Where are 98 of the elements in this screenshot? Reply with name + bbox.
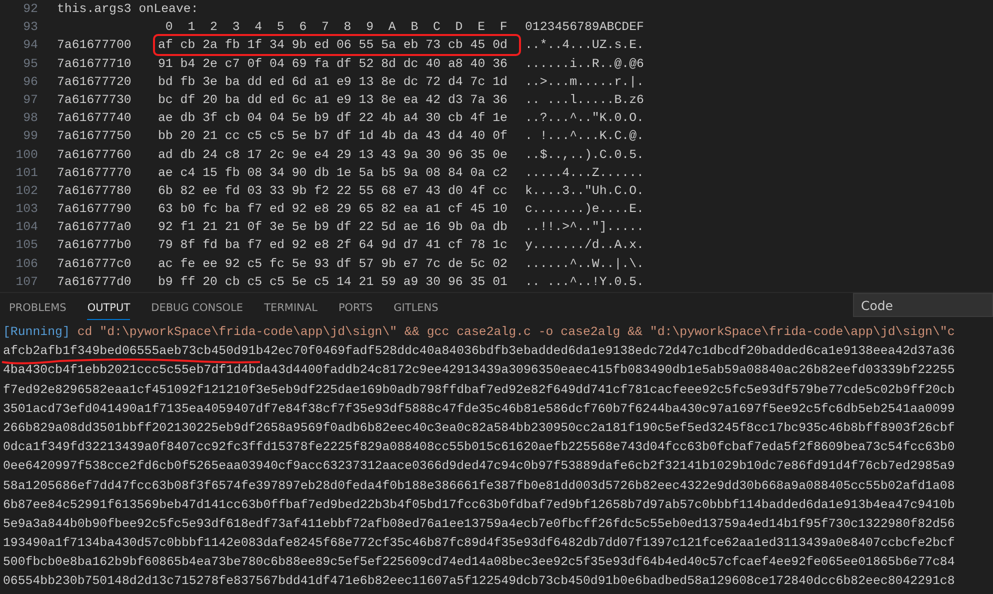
line-number: 107 (14, 274, 38, 291)
ascii-text: ......^..W..|.\. (525, 256, 644, 273)
panel-tab[interactable]: TERMINAL (264, 296, 318, 320)
line-number: 105 (14, 237, 38, 254)
hex-bytes: ae c4 15 fb 08 34 90 db 1e 5a b5 9a 08 84 0a c2 (157, 164, 508, 182)
code-text: this.args3 onLeave: (57, 1, 198, 18)
column-header: 4 (254, 19, 264, 36)
hex-address: 7a616777d0 (57, 274, 132, 291)
hex-address: 7a61677780 (57, 182, 132, 200)
ascii-text: ..!!.>^.."]..... (525, 219, 644, 236)
hex-bytes: 6b 82 ee fd 03 33 9b f2 22 55 68 e7 43 d0 4f cc (157, 182, 508, 200)
hex-address: 7a61677700 (57, 37, 132, 54)
column-header: B (410, 19, 420, 36)
panel-tab[interactable]: GITLENS (394, 296, 438, 320)
line-number: 93 (22, 19, 38, 36)
hex-bytes: bc df 20 ba dd ed 6c a1 e9 13 8e ea 42 d3 7a 36 (157, 92, 508, 109)
column-header: 2 (209, 19, 218, 36)
line-number: 106 (14, 256, 38, 273)
output-line: 06554bb230b750148d2d13c715278fe837567bdd41df471e6b82eec11607a5f122549dcb73cb450d91b0e6badbed58a129608ce172840dcc6b82eec8042291c8 (3, 574, 955, 588)
hex-bytes: 79 8f fd ba f7 ed 92 e8 2f 64 9d d7 41 cf 78 1c (157, 237, 508, 254)
hex-address: 7a616777a0 (57, 219, 132, 236)
column-header: 1 (186, 19, 196, 36)
ascii-header: 0123456789ABCDEF (525, 19, 644, 36)
hex-bytes: ad db 24 c8 17 2c 9e e4 29 13 43 9a 30 96 35 0e (157, 146, 508, 164)
hex-address: 7a61677770 (57, 164, 132, 182)
hex-bytes: bd fb 3e ba dd ed 6d a1 e9 13 8e dc 72 d4 7c 1d (157, 74, 508, 91)
ascii-text: k....3.."Uh.C.O. (525, 182, 644, 200)
hex-bytes: 63 b0 fc ba f7 ed 92 e8 29 65 82 ea a1 cf 45 10 (157, 201, 508, 218)
ascii-text: y......./d..A.x. (525, 237, 644, 254)
line-number: 101 (14, 164, 38, 182)
command-text: cd "d:\pyworkSpace\frida-code\app\jd\sign\" && gcc case2alg.c -o case2alg && "d:\pyworkSpace\frida-code\app\jd\sign\"c (76, 325, 955, 339)
output-line: 4ba430cb4f1ebb2021ccc5c55eb7df1d4bda43d4400faddb24c8172c9ee42913439a3096350eaec415fb083490db1e5ab59a08840ac26b82eefd03339bf22255 (3, 363, 955, 378)
line-number: 92 (22, 1, 38, 18)
ascii-text: c.......)e....E. (525, 201, 644, 218)
hex-bytes: ae db 3f cb 04 04 5e b9 df 22 4b a4 30 cb 4f 1e (157, 110, 508, 128)
ascii-text: ......i..R..@.@6 (525, 56, 644, 73)
hex-address: 7a61677760 (57, 146, 132, 164)
hex-address: 7a61677790 (57, 201, 132, 218)
column-header: A (387, 19, 397, 36)
line-number: 98 (22, 110, 38, 128)
column-header: 6 (298, 19, 308, 36)
column-header: C (432, 19, 442, 36)
output-line: 5e9a3a844b0b90fbee92c5fc5e93df618edf73af411ebbf72afb08ed76a1ee13759a4ecb7e0fbcff26fdc5c55eb0ed13759a4ed14b1f95f730c1322980f82d56 (3, 516, 955, 531)
hex-address: 7a61677740 (57, 110, 132, 128)
ascii-text: .. ...^..!Y.0.5. (525, 274, 644, 291)
column-header: E (476, 19, 486, 36)
output-line: 500fbcb0e8ba162b9bf60865b4ea73be780c6b88ee89c5ef5ef225609cd74ed14a08bec3ee92c5f35e93df64b4ed40c57cfcaef4ee92fe065ee01865b6e77c84 (3, 555, 955, 570)
column-header: 8 (342, 19, 352, 36)
hex-address: 7a61677730 (57, 92, 132, 109)
hex-bytes: 92 f1 21 21 0f 3e 5e b9 df 22 5d ae 16 9b 0a db (157, 219, 508, 236)
line-number: 99 (22, 128, 38, 146)
ascii-text: .....4...Z...... (525, 164, 644, 182)
ascii-text: ..>...m.....r.|. (525, 74, 644, 91)
hex-address: 7a616777b0 (57, 237, 132, 254)
output-line: 0dca1f349fd32213439a0f8407cc92fc3ffd15378fe2225f829a088408cc55b015c61620aefb225568e743d04fcc63b0fcbaf7eda5f2f8609bea73c54fcc63b0 (3, 440, 955, 454)
column-header: 7 (320, 19, 330, 36)
column-header: 0 (164, 19, 174, 36)
hex-address: 7a61677720 (57, 74, 132, 91)
panel-tab[interactable]: PROBLEMS (9, 296, 66, 320)
line-number: 103 (14, 201, 38, 218)
hex-bytes: bb 20 21 cc c5 c5 5e b7 df 1d 4b da 43 d4 40 0f (157, 128, 508, 146)
column-header: F (498, 19, 508, 36)
hex-bytes: ac fe ee 92 c5 fc 5e 93 df 57 9b e7 7c de 5c 02 (157, 256, 508, 273)
hex-address: 7a616777c0 (57, 256, 132, 273)
column-header: D (454, 19, 464, 36)
output-line: 6b87ee84c52991f613569beb47d141cc63b0ffbaf7ed9bed22b3b4f05bd17fcc63b0fdbaf7ed9bf12658b7d97ab57c0bbbf114badded6da1e913b4ea47c9410b (3, 498, 955, 512)
column-header: 9 (365, 19, 375, 36)
running-status: [Running] (3, 325, 70, 339)
line-number: 95 (22, 56, 38, 73)
output-line: 3501acd73efd041490a1f7135ea4059407df7e84f38cf7f35e93df5888c47fde35c46b81e586dcf760b7f6244ba430c97a1697f5ee92c5fc6db5eb2541aa0099 (3, 402, 955, 416)
ascii-text: .. ...l.....B.z6 (525, 92, 644, 109)
output-line: afcb2afb1f349bed06555aeb73cb450d91b42ec70f0469fadf528ddc40a84036bdfb3ebadded6da1e9138edc72d47c1dbcdf20badded6ca1e9138eea42d37a36 (3, 344, 955, 358)
output-channel-dropdown[interactable]: Code (853, 293, 993, 317)
hex-bytes: b9 ff 20 cb c5 c5 5e c5 14 21 59 a9 30 96 35 01 (157, 274, 508, 291)
column-header: 3 (231, 19, 241, 36)
line-number: 100 (14, 146, 38, 164)
output-line: 193490a1f7134ba430d57c0bbbf1142e083dafe8245f68e772cf35c46b87fc89d4f35e93df6482db7dd07f1397c121fce62aa1ed3113439a0e8407ccbcfe2bcf (3, 536, 955, 550)
hex-address: 7a61677710 (57, 56, 132, 73)
line-number: 96 (22, 74, 38, 91)
output-line: f7ed92e8296582eaa1cf451092f121210f3e5eb9df225dae169b0adb798ffdbaf7ed92e82f649dd741cf781cacfeee92c5fc5e93df579be77cde5c02b9ff20cb (3, 382, 955, 397)
hex-address: 7a61677750 (57, 128, 132, 146)
output-line: 0ee6420997f538cce2fd6cb0f5265eaa03940cf9acc63237312aace0366d9ded47c94c0b97f53889dafe6cb2f32141b1029b10dc7e86fd91d4f76cb7ed2985a9 (3, 459, 955, 474)
ascii-text: ..?...^.."K.0.O. (525, 110, 644, 128)
panel-tab[interactable]: PORTS (338, 296, 373, 320)
line-number: 102 (14, 182, 38, 200)
highlighted-hex-bytes: af cb 2a fb 1f 34 9b ed 06 55 5a eb 73 cb 45 0d (155, 36, 519, 54)
ascii-text: ..$..,..).C.0.5. (525, 146, 644, 164)
panel-tab[interactable]: DEBUG CONSOLE (151, 296, 244, 320)
panel-tab[interactable]: OUTPUT (87, 296, 130, 320)
line-number: 94 (22, 37, 38, 54)
line-number: 97 (22, 92, 38, 109)
ascii-text: ..*..4...UZ.s.E. (525, 37, 644, 54)
output-line: 266b829a08dd3501bbff202130225eb9df2658a9569f0adb6b82eec40c3ea0c82a584bb230950cc2a181f190c5ef5ed3245f8cc17bc935c46b8bff8903f26cbf (3, 420, 955, 435)
ascii-text: . !...^...K.C.@. (525, 128, 644, 146)
column-header: 5 (276, 19, 286, 36)
line-number: 104 (14, 219, 38, 236)
hex-bytes: 91 b4 2e c7 0f 04 69 fa df 52 8d dc 40 a8 40 36 (157, 56, 508, 73)
output-line: 58a1205686ef7dd47fcc63b08f3f6574fe397897eb28d0feda4f0b188e386661fe387fb0e81dd003d5726b82eec4322e9dd30b668a9a088405cc55b02afd1a08 (3, 478, 955, 492)
